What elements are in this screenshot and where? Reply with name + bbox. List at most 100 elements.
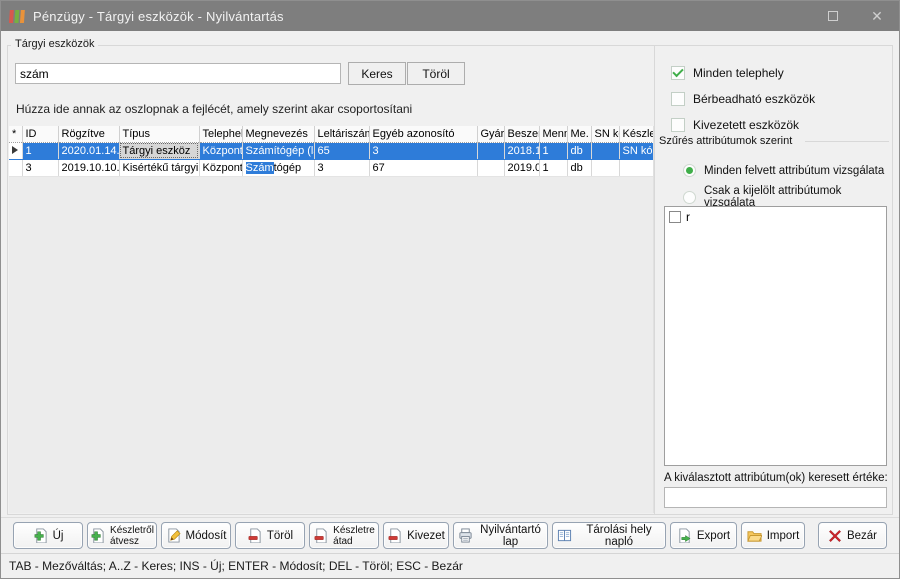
radio-minden-attributum[interactable]: Minden felvett attribútum vizsgálata — [683, 164, 884, 177]
export-button[interactable]: Export — [670, 522, 737, 549]
row-indicator — [9, 159, 22, 176]
uj-button[interactable]: Új — [13, 522, 83, 549]
col-header-telephely[interactable]: Telephely — [199, 126, 242, 142]
button-label: Nyilvántartó lap — [478, 524, 543, 548]
megnevezes-rest: tógép — [274, 162, 302, 174]
button-label: Export — [697, 530, 730, 542]
cell-telephely[interactable]: Központi te — [199, 159, 242, 176]
status-bar: TAB - Mezőváltás; A..Z - Keres; INS - Új… — [1, 553, 899, 578]
col-header-egyeb-azonosito[interactable]: Egyéb azonosító — [369, 126, 477, 142]
torol-button[interactable]: Töröl — [235, 522, 305, 549]
checkbox-minden-telephely[interactable]: Minden telephely — [671, 66, 784, 80]
search-match-highlight: Szám — [246, 162, 274, 174]
kivezet-button[interactable]: Kivezet — [383, 522, 449, 549]
cell-me[interactable]: db — [567, 159, 591, 176]
cell-gyart[interactable] — [477, 159, 504, 176]
modosit-button[interactable]: Módosít — [161, 522, 231, 549]
col-header-beszerzes[interactable]: Beszer: — [504, 126, 539, 142]
doc-minus-icon — [313, 528, 328, 543]
grid-header-row[interactable]: * ID Rögzítve Típus Telephely Megnevezés… — [9, 126, 654, 142]
checkbox-checked-icon — [671, 66, 685, 80]
attr-value-label: A kiválasztott attribútum(ok) keresett é… — [664, 472, 888, 484]
cell-beszerzes[interactable]: 2019.0 — [504, 159, 539, 176]
bezar-button[interactable]: Bezár — [818, 522, 887, 549]
col-header-me[interactable]: Me. — [567, 126, 591, 142]
col-header-sn-kod[interactable]: SN kó — [591, 126, 619, 142]
checkbox-kivezetett-eszkozok[interactable]: Kivezetett eszközök — [671, 118, 799, 132]
cell-keszlet[interactable] — [619, 159, 654, 176]
checkbox-unchecked-icon — [671, 118, 685, 132]
cell-telephely[interactable]: Központi te — [199, 142, 242, 159]
cell-megnevezes[interactable]: Számítógép (la — [242, 142, 314, 159]
attr-filter-group-line — [805, 141, 889, 142]
close-icon: ✕ — [871, 8, 883, 25]
cell-rogzitve[interactable]: 2019.10.10. — [58, 159, 119, 176]
col-header-gyart[interactable]: Gyárt — [477, 126, 504, 142]
col-header-indicator[interactable]: * — [9, 126, 22, 142]
cell-keszlet[interactable]: SN kó — [619, 142, 654, 159]
cell-id[interactable]: 1 — [22, 142, 58, 159]
cell-tipus[interactable]: Kisértékű tárgyi e — [119, 159, 199, 176]
doc-minus-icon — [387, 528, 402, 543]
groupbox-label: Tárgyi eszközök — [11, 38, 98, 50]
keszletre-atad-button[interactable]: Készletre átad — [309, 522, 379, 549]
cell-leltariszam[interactable]: 3 — [314, 159, 369, 176]
app-window: Pénzügy - Tárgyi eszközök - Nyilvántartá… — [0, 0, 900, 579]
checkbox-unchecked-icon — [669, 211, 681, 223]
cell-mennyiseg[interactable]: 1 — [539, 142, 567, 159]
doc-plus-icon — [90, 528, 105, 543]
attr-value-input[interactable] — [664, 487, 887, 508]
cell-egyeb-azonosito[interactable]: 67 — [369, 159, 477, 176]
maximize-button[interactable] — [811, 1, 855, 31]
attribute-listbox[interactable]: r — [664, 206, 887, 466]
targyi-eszkozok-groupbox: Tárgyi eszközök Keres Töröl Húzza ide an… — [7, 45, 893, 515]
col-header-keszlet[interactable]: Készle — [619, 126, 654, 142]
table-row[interactable]: 3 2019.10.10. Kisértékű tárgyi e Központ… — [9, 159, 654, 176]
cell-id[interactable]: 3 — [22, 159, 58, 176]
col-header-leltariszam[interactable]: Leltáriszám — [314, 126, 369, 142]
button-label: Új — [53, 530, 64, 542]
cell-me[interactable]: db — [567, 142, 591, 159]
button-label: Kivezet — [407, 530, 445, 542]
nyilvantarto-lap-button[interactable]: Nyilvántartó lap — [453, 522, 548, 549]
asset-grid[interactable]: * ID Rögzítve Típus Telephely Megnevezés… — [9, 126, 654, 513]
cell-gyart[interactable] — [477, 142, 504, 159]
close-x-icon — [828, 529, 842, 543]
window-title: Pénzügy - Tárgyi eszközök - Nyilvántartá… — [33, 9, 284, 24]
checkbox-label: Kivezetett eszközök — [693, 118, 799, 132]
cell-rogzitve[interactable]: 2020.01.14. — [58, 142, 119, 159]
import-button[interactable]: Import — [741, 522, 805, 549]
cell-beszerzes[interactable]: 2018.1 — [504, 142, 539, 159]
cell-megnevezes[interactable]: Számtógép — [242, 159, 314, 176]
cell-tipus-focused[interactable]: Tárgyi eszköz — [119, 142, 199, 159]
title-bar: Pénzügy - Tárgyi eszközök - Nyilvántartá… — [1, 1, 899, 31]
col-header-megnevezes[interactable]: Megnevezés — [242, 126, 314, 142]
col-header-tipus[interactable]: Típus — [119, 126, 199, 142]
checkbox-unchecked-icon — [671, 92, 685, 106]
radio-label: Minden felvett attribútum vizsgálata — [704, 165, 884, 177]
status-hint-text: TAB - Mezőváltás; A..Z - Keres; INS - Új… — [9, 559, 463, 573]
table-row-selected[interactable]: 1 2020.01.14. Tárgyi eszköz Központi te … — [9, 142, 654, 159]
checkbox-berbeadhato-eszkozok[interactable]: Bérbeadható eszközök — [671, 92, 815, 106]
checkbox-label: Minden telephely — [693, 66, 784, 80]
col-header-rogzitve[interactable]: Rögzítve — [58, 126, 119, 142]
cell-egyeb-azonosito[interactable]: 3 — [369, 142, 477, 159]
list-item-attribute[interactable]: r — [669, 210, 882, 224]
close-button[interactable]: ✕ — [855, 1, 899, 31]
keszletrol-atvesz-button[interactable]: Készletről átvesz — [87, 522, 157, 549]
keres-button[interactable]: Keres — [348, 62, 406, 85]
maximize-icon — [828, 11, 838, 21]
attr-filter-group-label: Szűrés attribútumok szerint — [659, 135, 796, 147]
button-label: Tárolási hely napló — [577, 524, 661, 548]
col-header-mennyiseg[interactable]: Menny — [539, 126, 567, 142]
button-label: Import — [767, 530, 800, 542]
tarolasi-hely-naplo-button[interactable]: Tárolási hely napló — [552, 522, 666, 549]
cell-sn-kod[interactable] — [591, 159, 619, 176]
torol-filter-button[interactable]: Töröl — [407, 62, 465, 85]
search-input[interactable] — [15, 63, 341, 84]
col-header-id[interactable]: ID — [22, 126, 58, 142]
cell-leltariszam[interactable]: 65 — [314, 142, 369, 159]
cell-sn-kod[interactable] — [591, 142, 619, 159]
main-area: Tárgyi eszközök Keres Töröl Húzza ide an… — [1, 31, 899, 517]
cell-mennyiseg[interactable]: 1 — [539, 159, 567, 176]
